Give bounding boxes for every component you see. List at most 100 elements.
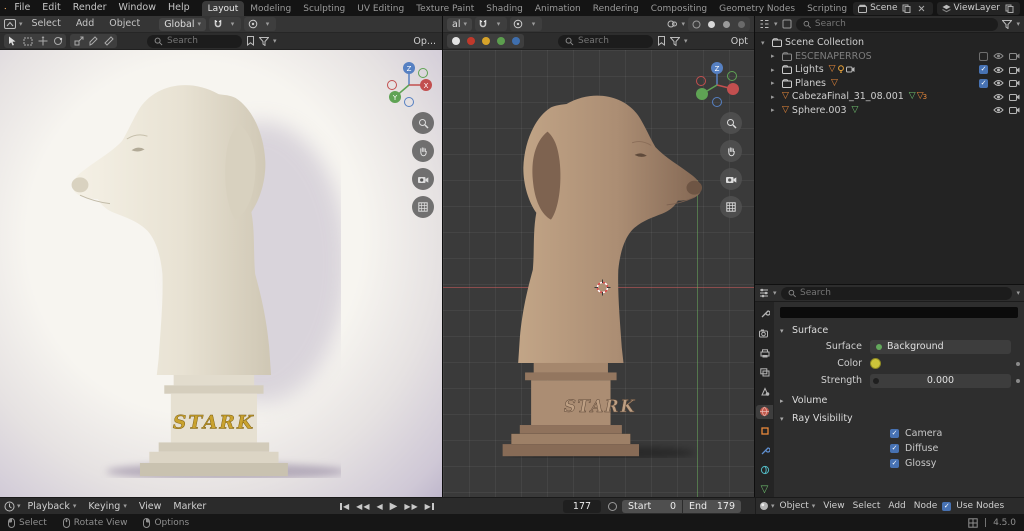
viewport-rendered-canvas[interactable]: STARK Z X Y xyxy=(0,50,442,497)
outliner-row-cabezafinal[interactable]: ▸ ▽ CabezaFinal_31_08.001 ▽ ▽ 3 xyxy=(755,90,1024,104)
proportional-edit-icon[interactable] xyxy=(245,18,260,31)
timeline-editor-icon[interactable] xyxy=(4,501,15,512)
prev-keyframe-button[interactable]: ◀ ◀ xyxy=(354,502,371,511)
next-keyframe-button[interactable]: ▶ ▶ xyxy=(402,502,419,511)
tab-texture-paint[interactable]: Texture Paint xyxy=(410,1,480,16)
outliner-editor-icon[interactable] xyxy=(759,19,770,29)
color-dot-red[interactable] xyxy=(463,35,478,48)
expand-icon[interactable]: ▸ xyxy=(771,106,779,114)
proportional-caret[interactable]: ▾ xyxy=(260,18,275,31)
outliner-row-sphere003[interactable]: ▸ ▽ Sphere.003 ▽ xyxy=(755,104,1024,118)
menu-file[interactable]: File xyxy=(8,0,36,16)
viewport-a-search[interactable] xyxy=(147,34,242,48)
vp-menu-add[interactable]: Add xyxy=(70,16,100,32)
volume-section-header[interactable]: ▸ Volume xyxy=(778,393,1020,408)
outliner-search[interactable] xyxy=(795,17,999,31)
pan-hand-icon[interactable] xyxy=(720,140,742,162)
disable-render-camera-icon[interactable] xyxy=(1009,106,1020,115)
camera-view-icon[interactable] xyxy=(720,168,742,190)
play-reverse-button[interactable]: ◀ xyxy=(374,502,384,511)
filter-caret[interactable]: ▾ xyxy=(273,37,277,45)
tab-output-icon[interactable] xyxy=(756,346,773,361)
color-dot-yellow[interactable] xyxy=(478,35,493,48)
annotate-tool-icon[interactable] xyxy=(86,35,101,48)
auto-key-record-icon[interactable] xyxy=(608,501,617,511)
glossy-checkbox[interactable]: ✓ xyxy=(890,459,899,468)
tab-tool-icon[interactable] xyxy=(756,307,773,322)
tab-layout[interactable]: Layout xyxy=(201,1,245,16)
box-select-icon[interactable] xyxy=(20,35,35,48)
tab-render-icon[interactable] xyxy=(756,327,773,342)
color-swatch[interactable] xyxy=(870,358,881,369)
scale-tool-icon[interactable] xyxy=(71,35,86,48)
tab-uv-editing[interactable]: UV Editing xyxy=(351,1,410,16)
measure-tool-icon[interactable] xyxy=(101,35,116,48)
keying-menu[interactable]: Keying ▾ xyxy=(83,501,131,512)
properties-editor-caret[interactable]: ▾ xyxy=(773,289,777,297)
new-scene-icon[interactable] xyxy=(901,2,913,14)
properties-search-input[interactable] xyxy=(800,288,1006,298)
outliner-search-input[interactable] xyxy=(814,19,992,29)
camera-checkbox[interactable]: ✓ xyxy=(890,429,899,438)
shader-view-menu[interactable]: View xyxy=(820,501,847,511)
rendered-shading-icon[interactable] xyxy=(734,18,749,31)
viewport-solid-canvas[interactable]: STARK Z xyxy=(443,50,754,497)
include-checkbox[interactable]: ✓ xyxy=(979,65,988,75)
ortho-grid-icon[interactable] xyxy=(720,196,742,218)
hide-eye-icon[interactable] xyxy=(993,93,1004,101)
hide-eye-icon[interactable] xyxy=(993,79,1004,87)
disable-render-camera-icon[interactable] xyxy=(1009,93,1020,101)
properties-editor-icon[interactable] xyxy=(759,288,769,298)
viewlayer-selector[interactable]: ViewLayer xyxy=(936,1,1020,15)
include-checkbox[interactable]: ✓ xyxy=(979,78,988,88)
navigation-gizmo[interactable]: Z xyxy=(690,58,744,112)
menu-help[interactable]: Help xyxy=(162,0,196,16)
expand-icon[interactable]: ▸ xyxy=(771,52,779,60)
cursor-tool-icon[interactable] xyxy=(5,35,20,48)
playback-menu[interactable]: Playback ▾ xyxy=(23,501,82,512)
proportional-edit-icon[interactable] xyxy=(511,18,526,31)
snapping-caret-b[interactable]: ▾ xyxy=(491,18,506,31)
world-datablock-field[interactable] xyxy=(780,307,1018,318)
options-label-b[interactable]: Opt xyxy=(731,36,750,47)
expand-icon[interactable]: ▾ xyxy=(761,39,769,47)
material-shading-icon[interactable] xyxy=(719,18,734,31)
shader-editor-icon[interactable] xyxy=(759,501,769,511)
zoom-icon[interactable] xyxy=(412,112,434,134)
ortho-grid-icon[interactable] xyxy=(412,196,434,218)
color-dot-green[interactable] xyxy=(493,35,508,48)
hide-eye-icon[interactable] xyxy=(993,52,1004,60)
tab-shading[interactable]: Shading xyxy=(480,1,529,16)
outliner-row-scene-collection[interactable]: ▾ Scene Collection xyxy=(755,36,1024,50)
blender-logo-icon[interactable] xyxy=(4,3,7,14)
frame-end-field[interactable]: End 179 xyxy=(683,499,741,513)
magnet-icon[interactable] xyxy=(210,18,225,31)
frame-start-field[interactable]: Start 0 xyxy=(622,499,682,513)
editor-type-icon[interactable] xyxy=(4,19,16,29)
tab-physics-icon[interactable] xyxy=(756,463,773,478)
disable-render-camera-icon[interactable] xyxy=(1009,79,1020,88)
filter-funnel-icon[interactable] xyxy=(259,36,269,46)
snapping-caret[interactable]: ▾ xyxy=(225,18,240,31)
overlays-caret[interactable]: ▾ xyxy=(681,20,685,28)
expand-icon[interactable]: ▸ xyxy=(771,79,779,87)
expand-icon[interactable]: ▸ xyxy=(771,93,779,101)
flag-icon[interactable] xyxy=(657,36,666,46)
tab-modifiers-icon[interactable] xyxy=(756,444,773,459)
tab-object-icon[interactable] xyxy=(756,424,773,439)
flag-icon[interactable] xyxy=(246,36,255,46)
disable-render-camera-icon[interactable] xyxy=(1009,52,1020,61)
tab-geometry-nodes[interactable]: Geometry Nodes xyxy=(713,1,801,16)
exclude-checkbox[interactable] xyxy=(979,51,988,61)
surface-section-header[interactable]: ▾ Surface xyxy=(778,323,1020,338)
ray-visibility-section-header[interactable]: ▾ Ray Visibility xyxy=(778,411,1020,426)
animate-dot-icon[interactable] xyxy=(1016,378,1020,383)
tab-scripting[interactable]: Scripting xyxy=(801,1,853,16)
properties-search[interactable] xyxy=(780,286,1013,300)
outliner-editor-caret[interactable]: ▾ xyxy=(774,20,778,28)
hide-eye-icon[interactable] xyxy=(993,66,1004,74)
menu-render[interactable]: Render xyxy=(67,0,113,16)
viewport-b-search-input[interactable] xyxy=(578,36,646,46)
expand-icon[interactable]: ▸ xyxy=(771,66,779,74)
tab-data-icon[interactable]: ▽ xyxy=(756,483,773,498)
